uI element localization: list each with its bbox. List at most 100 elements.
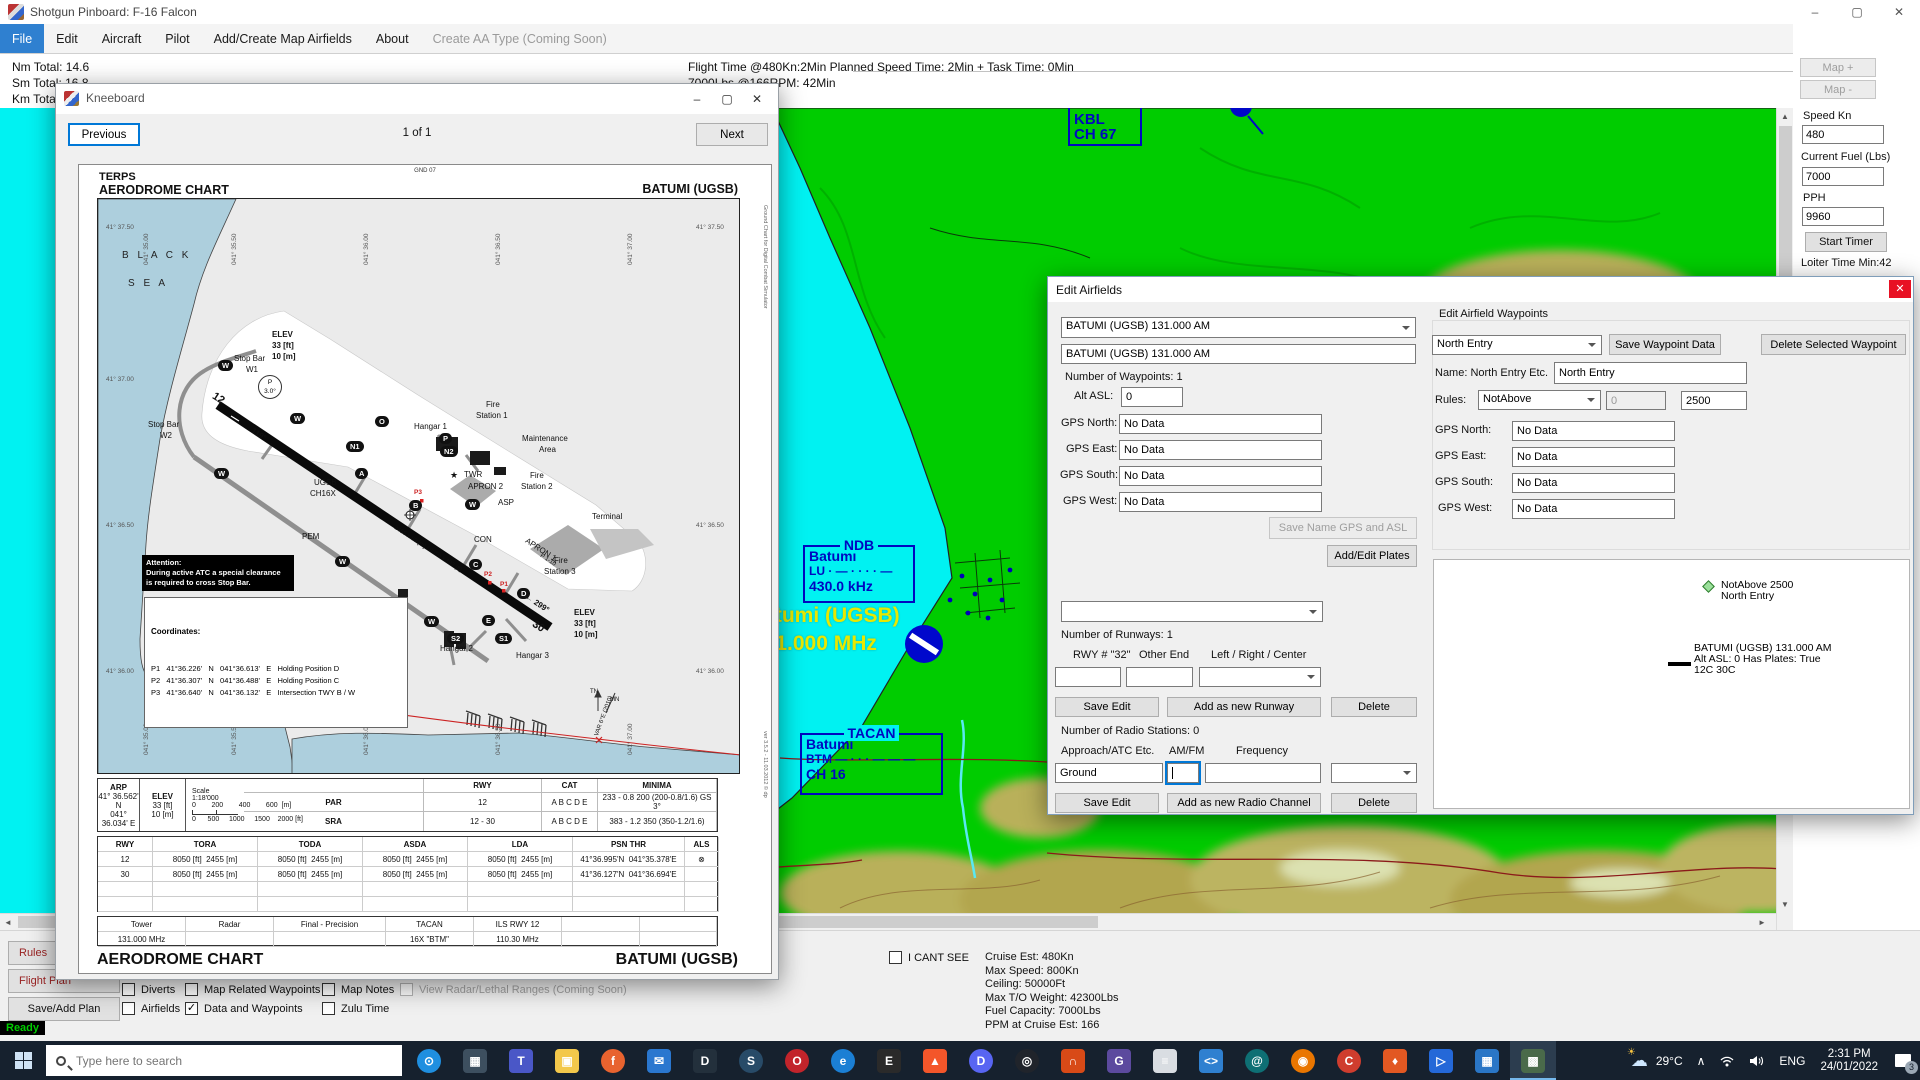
menu-item[interactable]: About	[364, 24, 421, 53]
add-runway-button[interactable]: Add as new Runway	[1167, 697, 1321, 717]
volume-icon[interactable]	[1742, 1041, 1772, 1080]
obs-icon[interactable]: ◎	[1004, 1041, 1050, 1080]
dialog-close-button[interactable]: ✕	[1889, 280, 1911, 298]
delete-waypoint-button[interactable]: Delete Selected Waypoint	[1761, 334, 1906, 355]
edit-airfields-dialog[interactable]: Edit Airfields ✕ BATUMI (UGSB) 131.000 A…	[1047, 276, 1914, 815]
airfield-name-input[interactable]	[1061, 344, 1416, 364]
menu-item[interactable]: Aircraft	[90, 24, 154, 53]
opera-icon[interactable]: O	[774, 1041, 820, 1080]
checkbox-item[interactable]: Data and Waypoints	[185, 1002, 303, 1015]
file-explorer-icon[interactable]: ▣	[544, 1041, 590, 1080]
start-timer-button[interactable]: Start Timer	[1805, 232, 1887, 252]
teams-icon[interactable]: T	[498, 1041, 544, 1080]
menu-item[interactable]: Pilot	[153, 24, 201, 53]
kneeboard-minimize-button[interactable]: –	[682, 87, 712, 111]
notepad-icon[interactable]: ≡	[1142, 1041, 1188, 1080]
clock[interactable]: 2:31 PM 24/01/2022	[1812, 1048, 1886, 1074]
steam-icon[interactable]: S	[728, 1041, 774, 1080]
checkbox[interactable]	[322, 1002, 335, 1015]
search-input[interactable]	[76, 1054, 356, 1068]
menu-item[interactable]: Add/Create Map Airfields	[202, 24, 364, 53]
epic-games-icon[interactable]: E	[866, 1041, 912, 1080]
delete-runway-button[interactable]: Delete	[1331, 697, 1417, 717]
map-zoom-out-button[interactable]: Map -	[1800, 80, 1876, 99]
kneeboard-titlebar[interactable]: Kneeboard – ▢ ✕	[56, 84, 778, 114]
rwy-number-input[interactable]	[1055, 667, 1121, 687]
previous-page-button[interactable]: Previous	[68, 123, 140, 146]
checkbox[interactable]	[322, 983, 335, 996]
fuel-input[interactable]	[1802, 167, 1884, 186]
airport-symbol[interactable]	[905, 625, 943, 663]
save-gps-button[interactable]: Save Name GPS and ASL	[1269, 517, 1417, 539]
wp-gps-west-input[interactable]	[1512, 499, 1675, 519]
gps-north-input[interactable]	[1119, 414, 1322, 434]
discord-icon[interactable]: D	[958, 1041, 1004, 1080]
checkbox[interactable]	[122, 1002, 135, 1015]
speed-input[interactable]	[1802, 125, 1884, 144]
save-waypoint-button[interactable]: Save Waypoint Data	[1609, 334, 1721, 355]
checkbox[interactable]	[185, 983, 198, 996]
checkbox[interactable]	[400, 983, 413, 996]
am-fm-input[interactable]	[1167, 763, 1199, 783]
waypoint-name-input[interactable]	[1554, 362, 1747, 384]
add-radio-channel-button[interactable]: Add as new Radio Channel	[1167, 793, 1321, 813]
menu-item[interactable]: Create AA Type (Coming Soon)	[421, 24, 619, 53]
alt-asl-input[interactable]	[1121, 387, 1183, 407]
checkbox[interactable]	[122, 983, 135, 996]
pph-input[interactable]	[1802, 207, 1884, 226]
left-right-center-select[interactable]	[1199, 667, 1321, 687]
dcs-icon[interactable]: D	[682, 1041, 728, 1080]
wifi-icon[interactable]	[1712, 1041, 1742, 1080]
task-view-icon[interactable]: ▦	[452, 1041, 498, 1080]
blender-icon[interactable]: ◉	[1280, 1041, 1326, 1080]
wp-gps-south-input[interactable]	[1512, 473, 1675, 493]
dialog-titlebar[interactable]: Edit Airfields ✕	[1048, 277, 1913, 302]
brave-icon[interactable]: ▲	[912, 1041, 958, 1080]
kneeboard-close-button[interactable]: ✕	[742, 87, 772, 111]
language-indicator[interactable]: ENG	[1772, 1041, 1812, 1080]
i-cant-see-checkbox[interactable]: I CANT SEE	[889, 951, 969, 964]
radio-type-select[interactable]	[1331, 763, 1417, 783]
firefox-icon[interactable]: f	[590, 1041, 636, 1080]
gog-icon[interactable]: G	[1096, 1041, 1142, 1080]
checkbox-item[interactable]: Map Related Waypoints	[185, 983, 320, 996]
checkbox-item[interactable]: View Radar/Lethal Ranges (Coming Soon)	[400, 983, 627, 996]
menu-item[interactable]: Edit	[44, 24, 90, 53]
checkbox-item[interactable]: Map Notes	[322, 983, 394, 996]
teamspeak-icon[interactable]: @	[1234, 1041, 1280, 1080]
frequency-input[interactable]	[1205, 763, 1321, 783]
chrome-icon[interactable]: C	[1326, 1041, 1372, 1080]
gps-west-input[interactable]	[1119, 492, 1322, 512]
cortana-icon[interactable]: ⊙	[406, 1041, 452, 1080]
add-edit-plates-button[interactable]: Add/Edit Plates	[1327, 545, 1417, 567]
wp-gps-east-input[interactable]	[1512, 447, 1675, 467]
map-zoom-in-button[interactable]: Map +	[1800, 58, 1876, 77]
delete-radio-button[interactable]: Delete	[1331, 793, 1417, 813]
rules-max-input[interactable]	[1681, 391, 1747, 410]
weather-widget[interactable]: ☀☁ 29°C	[1624, 1041, 1690, 1080]
edge-icon[interactable]: e	[820, 1041, 866, 1080]
flame-icon[interactable]: ♦	[1372, 1041, 1418, 1080]
waypoint-select[interactable]: North Entry	[1432, 335, 1602, 355]
notifications-icon[interactable]: 3	[1886, 1041, 1920, 1080]
gps-east-input[interactable]	[1119, 440, 1322, 460]
gps-south-input[interactable]	[1119, 466, 1322, 486]
taskbar-search[interactable]	[46, 1045, 402, 1076]
close-button[interactable]: ✕	[1878, 0, 1920, 24]
menu-item[interactable]: File	[0, 24, 44, 53]
kneeboard-maximize-button[interactable]: ▢	[712, 87, 742, 111]
next-page-button[interactable]: Next	[696, 123, 768, 146]
minimize-button[interactable]: –	[1794, 0, 1836, 24]
airfield-select[interactable]: BATUMI (UGSB) 131.000 AM	[1061, 317, 1416, 338]
runway-select[interactable]	[1061, 601, 1323, 622]
maximize-button[interactable]: ▢	[1836, 0, 1878, 24]
wp-gps-north-input[interactable]	[1512, 421, 1675, 441]
tv-icon[interactable]: ▷	[1418, 1041, 1464, 1080]
start-button[interactable]	[0, 1041, 46, 1080]
checkbox[interactable]	[889, 951, 902, 964]
headset-icon[interactable]: ∩	[1050, 1041, 1096, 1080]
pinboard-app-icon[interactable]: ▩	[1510, 1041, 1556, 1080]
checkbox[interactable]	[185, 1002, 198, 1015]
tray-chevron-icon[interactable]: ∧	[1690, 1041, 1713, 1080]
save-runway-button[interactable]: Save Edit	[1055, 697, 1159, 717]
